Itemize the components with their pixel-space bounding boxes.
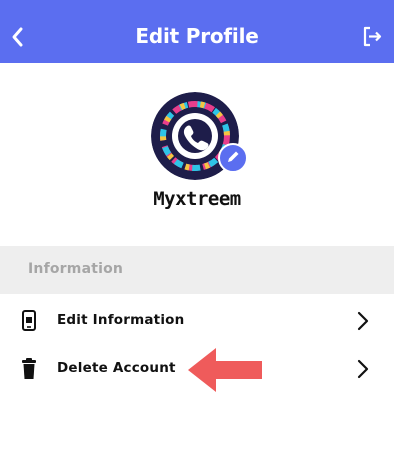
edit-information-label: Edit Information [57,312,185,328]
trash-icon [22,358,36,379]
profile-avatar-container [151,92,248,188]
chevron-right-icon [357,311,369,331]
delete-account-label: Delete Account [57,360,176,376]
app-header: Edit Profile [0,0,394,63]
section-title: Information [28,261,124,277]
pencil-icon [228,151,239,162]
logout-button[interactable] [360,24,386,50]
information-section-header: Information [0,246,394,294]
red-arrow-left-icon [188,348,262,392]
chevron-right-icon [357,359,369,379]
phone-device-icon [22,310,36,331]
page-title: Edit Profile [135,24,259,48]
logout-icon [363,26,382,47]
edit-avatar-button[interactable] [218,143,248,173]
edit-information-row[interactable]: Edit Information [0,296,394,344]
profile-username: Myxtreem [153,188,241,210]
